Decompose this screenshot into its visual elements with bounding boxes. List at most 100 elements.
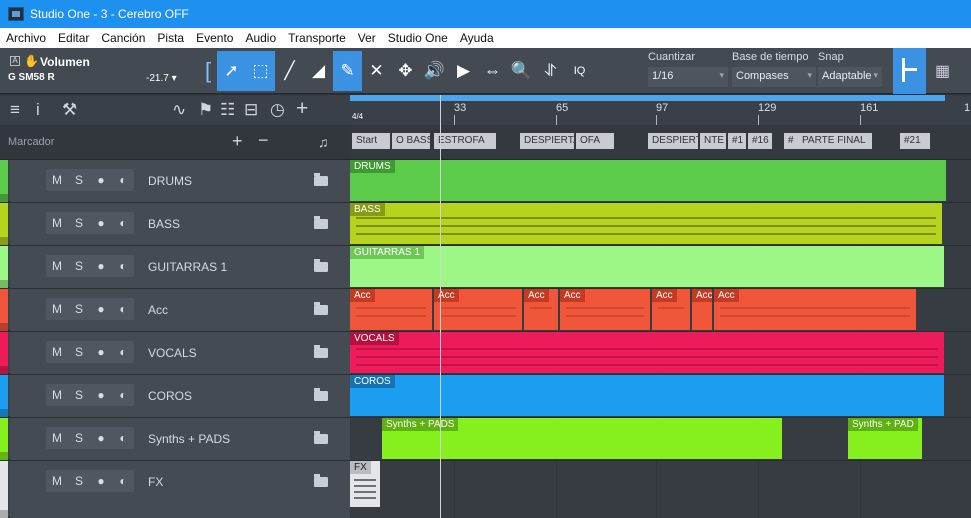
snap-selector[interactable]: Snap Adaptable ▾ [818, 51, 882, 87]
monitor-button[interactable]: ◐ [112, 298, 134, 320]
mute-button[interactable]: M [46, 169, 68, 191]
track-name[interactable]: FX [148, 475, 163, 489]
music-note-icon[interactable]: ♫ [318, 134, 329, 150]
menu-audio[interactable]: Audio [239, 31, 282, 45]
record-button[interactable]: ● [90, 427, 112, 449]
add-marker-icon[interactable]: + [232, 131, 243, 152]
add-track-icon[interactable]: + [296, 97, 308, 121]
monitor-button[interactable]: ◐ [112, 384, 134, 406]
arrow-tool-icon[interactable]: ➚ [217, 51, 246, 91]
event-synths[interactable]: Synths + PAD [848, 418, 922, 459]
track-name[interactable]: VOCALS [148, 346, 197, 360]
instrument-selector[interactable]: A ✋ Volumen G SM58 R -21.7 ▾ [4, 52, 200, 90]
grid-list-icon[interactable]: ☷ [220, 100, 235, 120]
track-header-acc[interactable]: M S ● ◐ Acc [0, 289, 350, 331]
track-header-vocals[interactable]: M S ● ◐ VOCALS [0, 332, 350, 374]
menu-cancion[interactable]: Canción [95, 31, 151, 45]
event-acc[interactable]: Acc [524, 289, 558, 330]
marker-tag[interactable]: #21 [900, 133, 930, 149]
monitor-button[interactable]: ◐ [112, 255, 134, 277]
menu-transporte[interactable]: Transporte [282, 31, 352, 45]
event-acc[interactable]: Acc [714, 289, 916, 330]
track-name[interactable]: GUITARRAS 1 [148, 260, 227, 274]
pencil-tool-icon[interactable]: ✎ [333, 51, 362, 91]
info-icon[interactable]: i [36, 100, 40, 120]
event-acc[interactable]: Acc [350, 289, 432, 330]
timeline-ruler[interactable]: 4/4 33 65 97 129 161 1 [350, 95, 971, 125]
marker-tag[interactable]: #1 [728, 133, 746, 149]
solo-button[interactable]: S [68, 470, 90, 492]
solo-button[interactable]: S [68, 255, 90, 277]
align-icon[interactable]: ⊟ [244, 100, 258, 120]
track-header-coros[interactable]: M S ● ◐ COROS [0, 375, 350, 417]
clock-icon[interactable]: ◷ [270, 100, 285, 120]
monitor-button[interactable]: ◐ [112, 427, 134, 449]
event-fx[interactable]: FX [350, 461, 380, 507]
folder-icon[interactable] [314, 302, 328, 315]
marker-tag[interactable]: ESTROFA [434, 133, 496, 149]
quantize-snap-icon[interactable]: ⥯ [536, 51, 565, 91]
marker-tag[interactable]: DESPIERTA [520, 133, 574, 149]
track-header-drums[interactable]: M S ● ◐ DRUMS [0, 160, 350, 202]
folder-icon[interactable] [314, 345, 328, 358]
wrench-icon[interactable]: ⚒ [62, 100, 77, 120]
timebase-selector[interactable]: Base de tiempo Compases ▾ [732, 51, 816, 87]
mute-button[interactable]: M [46, 341, 68, 363]
mute-button[interactable]: M [46, 470, 68, 492]
track-name[interactable]: COROS [148, 389, 192, 403]
marker-lane[interactable]: Start O BASS ESTROFA DESPIERTA OFA DESPI… [350, 125, 971, 160]
marker-tag[interactable]: O BASS [392, 133, 430, 149]
stretch-tool-icon[interactable]: ⇔ [478, 51, 507, 91]
folder-icon[interactable] [314, 259, 328, 272]
menu-ver[interactable]: Ver [352, 31, 382, 45]
marker-tag[interactable]: DESPIERTA [648, 133, 698, 149]
iq-quantize-icon[interactable]: IQ [565, 51, 594, 91]
solo-button[interactable]: S [68, 341, 90, 363]
bend-tool-icon[interactable]: ✥ [391, 51, 420, 91]
marker-tag[interactable]: #16 [748, 133, 772, 149]
mute-button[interactable]: M [46, 384, 68, 406]
menu-ayuda[interactable]: Ayuda [454, 31, 500, 45]
marker-tag[interactable]: OFA [576, 133, 614, 149]
solo-button[interactable]: S [68, 427, 90, 449]
record-button[interactable]: ● [90, 255, 112, 277]
track-name[interactable]: Acc [148, 303, 168, 317]
playhead-cursor[interactable] [440, 95, 441, 518]
mute-button[interactable]: M [46, 427, 68, 449]
menu-pista[interactable]: Pista [151, 31, 190, 45]
range-tool-icon[interactable]: ⬚ [246, 51, 275, 91]
arrangement-area[interactable]: DRUMS BASS GUITARRAS 1 Acc Acc Acc Acc A… [350, 160, 971, 518]
marker-tag[interactable]: PARTE FINAL [798, 133, 872, 149]
event-acc[interactable]: Acc [434, 289, 522, 330]
solo-button[interactable]: S [68, 384, 90, 406]
event-acc[interactable]: Acc [652, 289, 690, 330]
marker-tag[interactable]: Start [352, 133, 390, 149]
event-bass[interactable]: BASS [350, 203, 942, 244]
solo-button[interactable]: S [68, 298, 90, 320]
marker-tag[interactable]: NTE [700, 133, 726, 149]
monitor-button[interactable]: ◐ [112, 212, 134, 234]
track-name[interactable]: Synths + PADS [148, 432, 230, 446]
solo-button[interactable]: S [68, 212, 90, 234]
snap-toggle-button[interactable] [893, 48, 926, 94]
marker-tag[interactable]: # [784, 133, 798, 149]
record-button[interactable]: ● [90, 212, 112, 234]
skip-tool-icon[interactable]: ▶ [449, 51, 478, 91]
mute-button[interactable]: M [46, 298, 68, 320]
listen-tool-icon[interactable]: 🔊 [420, 51, 449, 91]
track-header-synths[interactable]: M S ● ◐ Synths + PADS [0, 418, 350, 460]
quantize-selector[interactable]: Cuantizar 1/16 ▾ [648, 51, 728, 87]
automation-curve-icon[interactable]: ∿ [172, 100, 186, 120]
event-acc[interactable]: Acc [692, 289, 712, 330]
menu-evento[interactable]: Evento [190, 31, 239, 45]
menu-icon[interactable]: ≡ [10, 100, 20, 120]
zoom-tool-icon[interactable]: 🔍 [507, 51, 536, 91]
record-button[interactable]: ● [90, 341, 112, 363]
record-button[interactable]: ● [90, 169, 112, 191]
remove-marker-icon[interactable]: − [258, 130, 269, 151]
monitor-button[interactable]: ◐ [112, 470, 134, 492]
track-name[interactable]: DRUMS [148, 174, 192, 188]
monitor-button[interactable]: ◐ [112, 169, 134, 191]
eraser-tool-icon[interactable]: ◢ [304, 51, 333, 91]
folder-icon[interactable] [314, 431, 328, 444]
